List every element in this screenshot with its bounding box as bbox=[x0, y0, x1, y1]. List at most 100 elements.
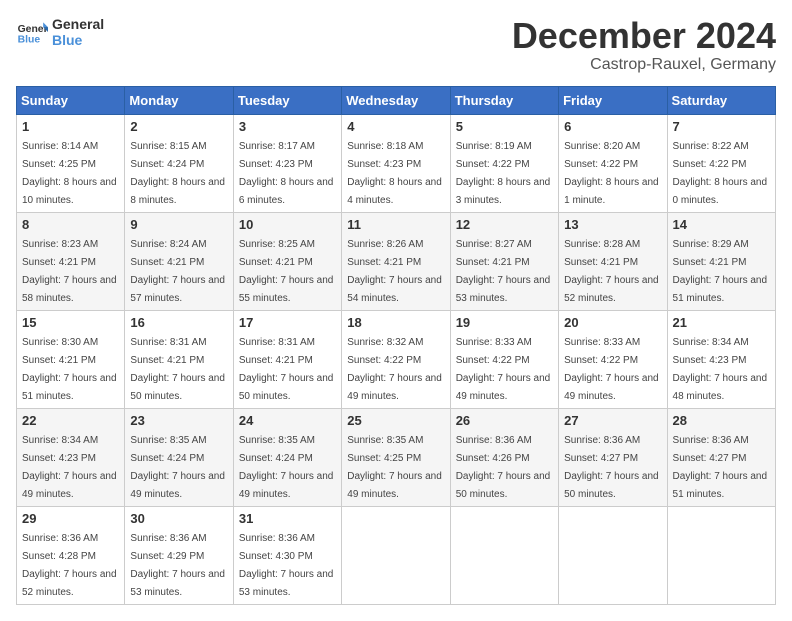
calendar-week-row: 8 Sunrise: 8:23 AMSunset: 4:21 PMDaylight… bbox=[17, 212, 776, 310]
day-info: Sunrise: 8:30 AMSunset: 4:21 PMDaylight:… bbox=[22, 337, 117, 402]
calendar-header-friday: Friday bbox=[559, 86, 667, 114]
day-info: Sunrise: 8:31 AMSunset: 4:21 PMDaylight:… bbox=[130, 337, 225, 402]
day-info: Sunrise: 8:18 AMSunset: 4:23 PMDaylight:… bbox=[347, 141, 442, 206]
calendar-cell: 20 Sunrise: 8:33 AMSunset: 4:22 PMDayligh… bbox=[559, 310, 667, 408]
calendar-cell bbox=[559, 506, 667, 604]
day-info: Sunrise: 8:34 AMSunset: 4:23 PMDaylight:… bbox=[673, 337, 768, 402]
calendar-cell: 9Sunrise: 8:24 AMSunset: 4:21 PMDaylight… bbox=[125, 212, 233, 310]
calendar-cell: 2Sunrise: 8:15 AMSunset: 4:24 PMDaylight… bbox=[125, 114, 233, 212]
calendar-cell: 15Sunrise: 8:30 AMSunset: 4:21 PMDayligh… bbox=[17, 310, 125, 408]
calendar-week-row: 15Sunrise: 8:30 AMSunset: 4:21 PMDayligh… bbox=[17, 310, 776, 408]
calendar-cell: 31 Sunrise: 8:36 AMSunset: 4:30 PMDayligh… bbox=[233, 506, 341, 604]
day-number: 5 bbox=[456, 119, 553, 134]
day-info: Sunrise: 8:33 AMSunset: 4:22 PMDaylight:… bbox=[456, 337, 551, 402]
day-number: 29 bbox=[22, 511, 119, 526]
day-info: Sunrise: 8:36 AMSunset: 4:30 PMDaylight:… bbox=[239, 533, 334, 598]
logo-blue: Blue bbox=[52, 32, 104, 48]
day-info: Sunrise: 8:20 AMSunset: 4:22 PMDaylight:… bbox=[564, 141, 659, 206]
calendar-cell: 6Sunrise: 8:20 AMSunset: 4:22 PMDaylight… bbox=[559, 114, 667, 212]
day-number: 7 bbox=[673, 119, 770, 134]
calendar-cell: 10 Sunrise: 8:25 AMSunset: 4:21 PMDayligh… bbox=[233, 212, 341, 310]
day-info: Sunrise: 8:35 AMSunset: 4:25 PMDaylight:… bbox=[347, 435, 442, 500]
day-number: 17 bbox=[239, 315, 336, 330]
day-number: 30 bbox=[130, 511, 227, 526]
calendar-header-monday: Monday bbox=[125, 86, 233, 114]
day-number: 22 bbox=[22, 413, 119, 428]
calendar-header-sunday: Sunday bbox=[17, 86, 125, 114]
calendar-cell bbox=[342, 506, 450, 604]
day-info: Sunrise: 8:32 AMSunset: 4:22 PMDaylight:… bbox=[347, 337, 442, 402]
day-info: Sunrise: 8:34 AMSunset: 4:23 PMDaylight:… bbox=[22, 435, 117, 500]
calendar-week-row: 29 Sunrise: 8:36 AMSunset: 4:28 PMDayligh… bbox=[17, 506, 776, 604]
day-info: Sunrise: 8:35 AMSunset: 4:24 PMDaylight:… bbox=[130, 435, 225, 500]
calendar-cell: 1Sunrise: 8:14 AMSunset: 4:25 PMDaylight… bbox=[17, 114, 125, 212]
calendar-cell: 8 Sunrise: 8:23 AMSunset: 4:21 PMDaylight… bbox=[17, 212, 125, 310]
day-info: Sunrise: 8:29 AMSunset: 4:21 PMDaylight:… bbox=[673, 239, 768, 304]
day-number: 4 bbox=[347, 119, 444, 134]
day-info: Sunrise: 8:27 AMSunset: 4:21 PMDaylight:… bbox=[456, 239, 551, 304]
calendar-cell: 14 Sunrise: 8:29 AMSunset: 4:21 PMDayligh… bbox=[667, 212, 775, 310]
calendar-cell: 16 Sunrise: 8:31 AMSunset: 4:21 PMDayligh… bbox=[125, 310, 233, 408]
calendar-cell: 17 Sunrise: 8:31 AMSunset: 4:21 PMDayligh… bbox=[233, 310, 341, 408]
calendar-cell: 27Sunrise: 8:36 AMSunset: 4:27 PMDayligh… bbox=[559, 408, 667, 506]
day-info: Sunrise: 8:23 AMSunset: 4:21 PMDaylight:… bbox=[22, 239, 117, 304]
day-info: Sunrise: 8:35 AMSunset: 4:24 PMDaylight:… bbox=[239, 435, 334, 500]
header: General Blue General Blue December 2024 … bbox=[16, 16, 776, 74]
day-number: 13 bbox=[564, 217, 661, 232]
calendar-week-row: 22 Sunrise: 8:34 AMSunset: 4:23 PMDayligh… bbox=[17, 408, 776, 506]
day-info: Sunrise: 8:19 AMSunset: 4:22 PMDaylight:… bbox=[456, 141, 551, 206]
day-number: 12 bbox=[456, 217, 553, 232]
day-info: Sunrise: 8:24 AMSunset: 4:21 PMDaylight:… bbox=[130, 239, 225, 304]
calendar-week-row: 1Sunrise: 8:14 AMSunset: 4:25 PMDaylight… bbox=[17, 114, 776, 212]
day-number: 19 bbox=[456, 315, 553, 330]
day-number: 23 bbox=[130, 413, 227, 428]
day-number: 1 bbox=[22, 119, 119, 134]
location: Castrop-Rauxel, Germany bbox=[512, 56, 776, 74]
day-info: Sunrise: 8:31 AMSunset: 4:21 PMDaylight:… bbox=[239, 337, 334, 402]
calendar-cell: 26 Sunrise: 8:36 AMSunset: 4:26 PMDayligh… bbox=[450, 408, 558, 506]
svg-text:Blue: Blue bbox=[18, 34, 41, 45]
day-number: 26 bbox=[456, 413, 553, 428]
day-info: Sunrise: 8:17 AMSunset: 4:23 PMDaylight:… bbox=[239, 141, 334, 206]
calendar-cell: 12 Sunrise: 8:27 AMSunset: 4:21 PMDayligh… bbox=[450, 212, 558, 310]
calendar-cell: 13 Sunrise: 8:28 AMSunset: 4:21 PMDayligh… bbox=[559, 212, 667, 310]
day-info: Sunrise: 8:25 AMSunset: 4:21 PMDaylight:… bbox=[239, 239, 334, 304]
calendar-cell: 24 Sunrise: 8:35 AMSunset: 4:24 PMDayligh… bbox=[233, 408, 341, 506]
calendar-cell: 3Sunrise: 8:17 AMSunset: 4:23 PMDaylight… bbox=[233, 114, 341, 212]
day-number: 14 bbox=[673, 217, 770, 232]
day-info: Sunrise: 8:36 AMSunset: 4:28 PMDaylight:… bbox=[22, 533, 117, 598]
logo-icon: General Blue bbox=[16, 16, 48, 48]
calendar-cell: 5 Sunrise: 8:19 AMSunset: 4:22 PMDaylight… bbox=[450, 114, 558, 212]
day-info: Sunrise: 8:33 AMSunset: 4:22 PMDaylight:… bbox=[564, 337, 659, 402]
calendar-header-row: SundayMondayTuesdayWednesdayThursdayFrid… bbox=[17, 86, 776, 114]
day-info: Sunrise: 8:36 AMSunset: 4:29 PMDaylight:… bbox=[130, 533, 225, 598]
day-number: 27 bbox=[564, 413, 661, 428]
day-info: Sunrise: 8:22 AMSunset: 4:22 PMDaylight:… bbox=[673, 141, 768, 206]
day-number: 20 bbox=[564, 315, 661, 330]
calendar-cell: 29 Sunrise: 8:36 AMSunset: 4:28 PMDayligh… bbox=[17, 506, 125, 604]
calendar-cell: 4 Sunrise: 8:18 AMSunset: 4:23 PMDaylight… bbox=[342, 114, 450, 212]
day-info: Sunrise: 8:26 AMSunset: 4:21 PMDaylight:… bbox=[347, 239, 442, 304]
calendar-cell bbox=[450, 506, 558, 604]
day-info: Sunrise: 8:28 AMSunset: 4:21 PMDaylight:… bbox=[564, 239, 659, 304]
day-number: 10 bbox=[239, 217, 336, 232]
day-number: 2 bbox=[130, 119, 227, 134]
calendar-cell bbox=[667, 506, 775, 604]
calendar-header-wednesday: Wednesday bbox=[342, 86, 450, 114]
day-number: 8 bbox=[22, 217, 119, 232]
day-info: Sunrise: 8:36 AMSunset: 4:27 PMDaylight:… bbox=[673, 435, 768, 500]
month-title: December 2024 bbox=[512, 16, 776, 56]
calendar-cell: 22 Sunrise: 8:34 AMSunset: 4:23 PMDayligh… bbox=[17, 408, 125, 506]
calendar-cell: 19 Sunrise: 8:33 AMSunset: 4:22 PMDayligh… bbox=[450, 310, 558, 408]
day-number: 16 bbox=[130, 315, 227, 330]
calendar-table: SundayMondayTuesdayWednesdayThursdayFrid… bbox=[16, 86, 776, 605]
day-number: 31 bbox=[239, 511, 336, 526]
day-info: Sunrise: 8:36 AMSunset: 4:26 PMDaylight:… bbox=[456, 435, 551, 500]
day-number: 28 bbox=[673, 413, 770, 428]
calendar-cell: 18Sunrise: 8:32 AMSunset: 4:22 PMDayligh… bbox=[342, 310, 450, 408]
day-number: 11 bbox=[347, 217, 444, 232]
day-number: 24 bbox=[239, 413, 336, 428]
title-area: December 2024 Castrop-Rauxel, Germany bbox=[512, 16, 776, 74]
calendar-cell: 7 Sunrise: 8:22 AMSunset: 4:22 PMDaylight… bbox=[667, 114, 775, 212]
calendar-header-thursday: Thursday bbox=[450, 86, 558, 114]
